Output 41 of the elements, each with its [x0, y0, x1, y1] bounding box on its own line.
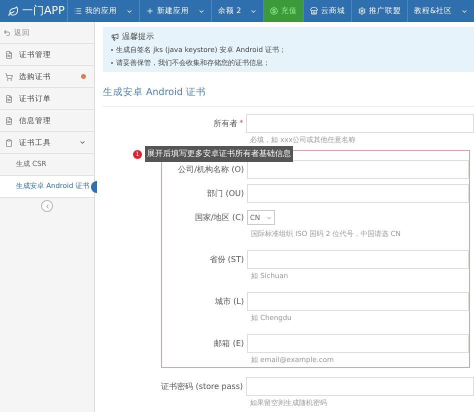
caret-icon	[266, 214, 272, 221]
input-field[interactable]	[247, 250, 469, 270]
field-label: 城市 (L)	[214, 296, 244, 308]
megaphone-icon	[111, 33, 119, 41]
notice-title: 温馨提示	[122, 31, 154, 43]
settings-icon	[358, 7, 366, 15]
document-icon	[5, 94, 13, 102]
chevron-icon	[79, 139, 86, 146]
tooltip: 展开后填写更多安卓证书所有者基础信息	[145, 146, 293, 162]
input-field[interactable]	[247, 160, 469, 180]
field-label: 邮箱 (E)	[214, 338, 244, 350]
plus-icon	[146, 7, 154, 15]
caret-icon	[198, 8, 205, 14]
input-field[interactable]	[246, 114, 474, 134]
cart-icon	[5, 72, 13, 80]
field-label: 所有者	[214, 118, 238, 130]
input-field[interactable]	[247, 184, 469, 204]
input-field[interactable]	[247, 292, 469, 312]
store-icon	[310, 7, 318, 15]
app-logo[interactable]: 一门APP	[0, 2, 67, 20]
field-label: 国家/地区 (C)	[194, 212, 244, 224]
form-title: 生成安卓 Android 证书	[103, 86, 207, 100]
collapse-sidebar-button[interactable]	[41, 200, 53, 212]
back-arrow-icon	[3, 28, 11, 36]
caret-icon	[461, 8, 468, 14]
coin-icon	[270, 7, 278, 15]
clipboard-icon	[5, 138, 13, 146]
field-label: 公司/机构名称 (O)	[178, 164, 244, 176]
active-indicator	[91, 181, 97, 193]
chevron-left-icon	[44, 202, 50, 210]
field-label: 部门 (OU)	[207, 188, 244, 200]
document-icon	[5, 50, 13, 58]
leaf-icon	[8, 6, 19, 16]
field-label: 省份 (ST)	[209, 254, 244, 266]
input-field[interactable]	[247, 334, 469, 354]
caret-icon	[250, 8, 258, 14]
document-icon	[5, 116, 13, 124]
caret-icon	[126, 8, 133, 14]
input-field[interactable]	[246, 377, 474, 396]
list-icon	[74, 7, 82, 15]
field-label: 证书密码 (store pass)	[161, 380, 243, 393]
